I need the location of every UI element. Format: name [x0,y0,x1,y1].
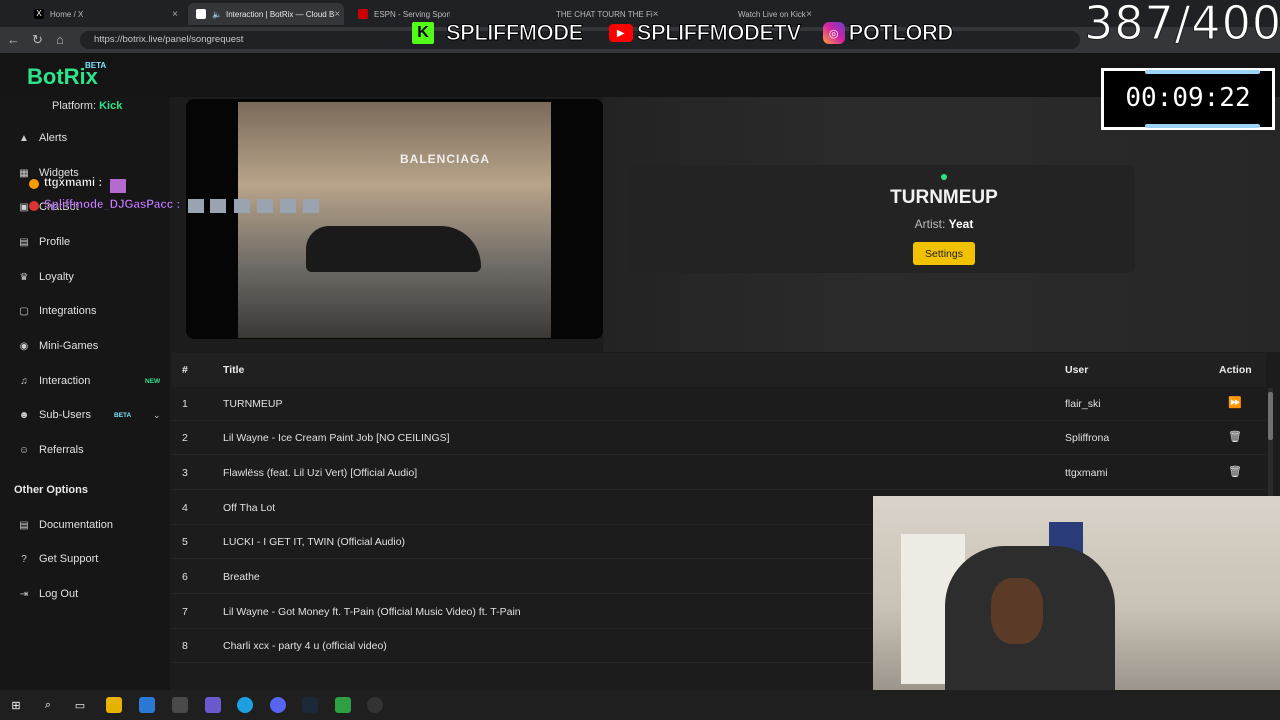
queue-table-header [172,353,1266,387]
video-store-sign: BALENCIAGA [400,152,490,166]
now-playing-title: TURNMEUP [890,187,998,208]
new-badge: NEW [145,377,161,385]
webcam-feed [873,496,1280,720]
chat-emote-icon [110,179,126,193]
botrix-favicon-icon [196,9,206,19]
youtube-logo-icon: ▶ [608,24,633,42]
book-icon: ▤ [19,519,29,531]
question-icon: ? [21,553,27,565]
gamepad-icon: ◉ [19,340,29,352]
warning-icon: ▲ [19,132,29,144]
col-action-header: Action [1219,364,1252,376]
playing-status-dot [941,174,947,180]
obs-icon[interactable] [367,697,383,713]
sidebar-item-sub-users[interactable]: ☻ Sub-Users BETA ⌄ [0,400,170,430]
task-view-icon[interactable]: ▭ [72,697,88,713]
video-player[interactable]: BALENCIAGA [186,99,603,339]
col-num-header: # [182,364,188,376]
chat-emote-icon [257,199,273,213]
sidebar-item-documentation[interactable]: ▤ Documentation [0,510,170,540]
people-icon: ☺ [18,444,30,456]
chat-emote-icon [280,199,296,213]
mail-icon[interactable] [139,697,155,713]
reload-icon[interactable]: ↻ [32,33,43,47]
sidebar-item-referrals[interactable]: ☺ Referrals [0,435,170,465]
chat-message: Spliffmode_DJGasPacc : [44,199,181,211]
sidebar-item-get-support[interactable]: ? Get Support [0,544,170,574]
table-row: 1 TURNMEUP flair_ski ⏩ [172,387,1266,421]
close-tab-icon[interactable]: × [334,9,340,20]
sidebar-item-integrations[interactable]: ▢ Integrations [0,296,170,326]
sidebar-item-mini-games[interactable]: ◉ Mini-Games [0,331,170,361]
sidebar-item-loyalty[interactable]: ♛ Loyalty [0,262,170,292]
file-explorer-icon[interactable] [106,697,122,713]
discord-icon[interactable] [270,697,286,713]
platform-value: Kick [99,100,123,112]
col-user-header: User [1065,364,1089,376]
plug-icon: ▢ [19,305,29,317]
logout-icon: ⇥ [19,588,29,600]
video-thumbnail [238,102,551,338]
windows-start-icon[interactable]: ⊞ [8,697,24,713]
trash-icon[interactable]: 🗑 [1228,465,1242,478]
users-icon: ☻ [18,409,30,421]
chat-message: ttgxmami : [44,177,103,189]
trash-icon[interactable]: 🗑 [1228,430,1242,443]
tab-home-x[interactable]: X Home / X × [26,3,186,25]
logo-beta-badge: BETA [85,61,107,70]
webcam-face [991,578,1043,644]
instagram-logo-icon: ◎ [822,22,845,44]
espn-favicon-icon [358,9,368,19]
store-icon[interactable] [172,697,188,713]
chat-emote-icon [210,199,226,213]
music-icon: ♫ [20,375,28,387]
tab-interaction-botrix[interactable]: 🔈 Interaction | BotRix — Cloud B × [188,3,344,25]
back-icon[interactable]: ← [7,33,20,47]
car-image [306,226,481,272]
kick-logo-icon: K [412,22,434,44]
windows-taskbar [0,690,1280,720]
steam-icon[interactable] [302,697,318,713]
speaker-icon: 🔈 [212,9,222,19]
timer-top-bar [1145,70,1260,74]
trophy-icon: ♛ [19,271,29,283]
id-card-icon: ▤ [19,236,29,248]
settings-button[interactable]: Settings [913,242,975,265]
chat-badge-icon [29,201,39,211]
app-icon[interactable] [205,697,221,713]
col-title-header: Title [223,364,245,376]
queue-scrollbar-thumb[interactable] [1268,392,1273,440]
home-icon[interactable]: ⌂ [56,33,64,47]
table-row: 2 Lil Wayne - Ice Cream Paint Job [NO CE… [172,421,1266,455]
table-row: 3 Flawlëss (feat. Lil Uzi Vert) [Officia… [172,456,1266,490]
skip-icon[interactable]: ⏩ [1228,396,1242,409]
goal-counter: 387/400 [1083,0,1280,51]
grid-icon: ▦ [19,167,29,179]
sidebar-item-profile[interactable]: ▤ Profile [0,227,170,257]
close-tab-icon[interactable]: × [172,9,178,20]
timer-bottom-bar [1145,124,1260,128]
stream-timer: 00:09:22 [1125,83,1251,113]
edge-browser-icon[interactable] [237,697,253,713]
sidebar-item-interaction[interactable]: ♫ Interaction NEW [0,366,170,396]
platform-indicator: Platform: Kick [52,100,123,112]
chat-emote-icon [234,199,250,213]
social-handles-overlay: K SPLIFFMODE ▶ SPLIFFMODETV ◎ POTLORD [412,12,954,54]
chat-emote-icon [303,199,319,213]
beta-badge: BETA [114,411,132,419]
site-header [0,53,1280,97]
chat-emote-icon [188,199,204,213]
x-logo-icon: X [34,9,44,19]
other-options-heading: Other Options [14,484,88,496]
sidebar-item-log-out[interactable]: ⇥ Log Out [0,579,170,609]
chat-badge-icon [29,179,39,189]
app-icon[interactable] [335,697,351,713]
chevron-down-icon[interactable]: ⌄ [153,410,161,421]
now-playing-artist: Artist: Yeat [914,217,974,231]
sidebar-item-alerts[interactable]: ▲ Alerts [0,123,170,153]
search-icon[interactable]: ⌕ [40,697,56,713]
